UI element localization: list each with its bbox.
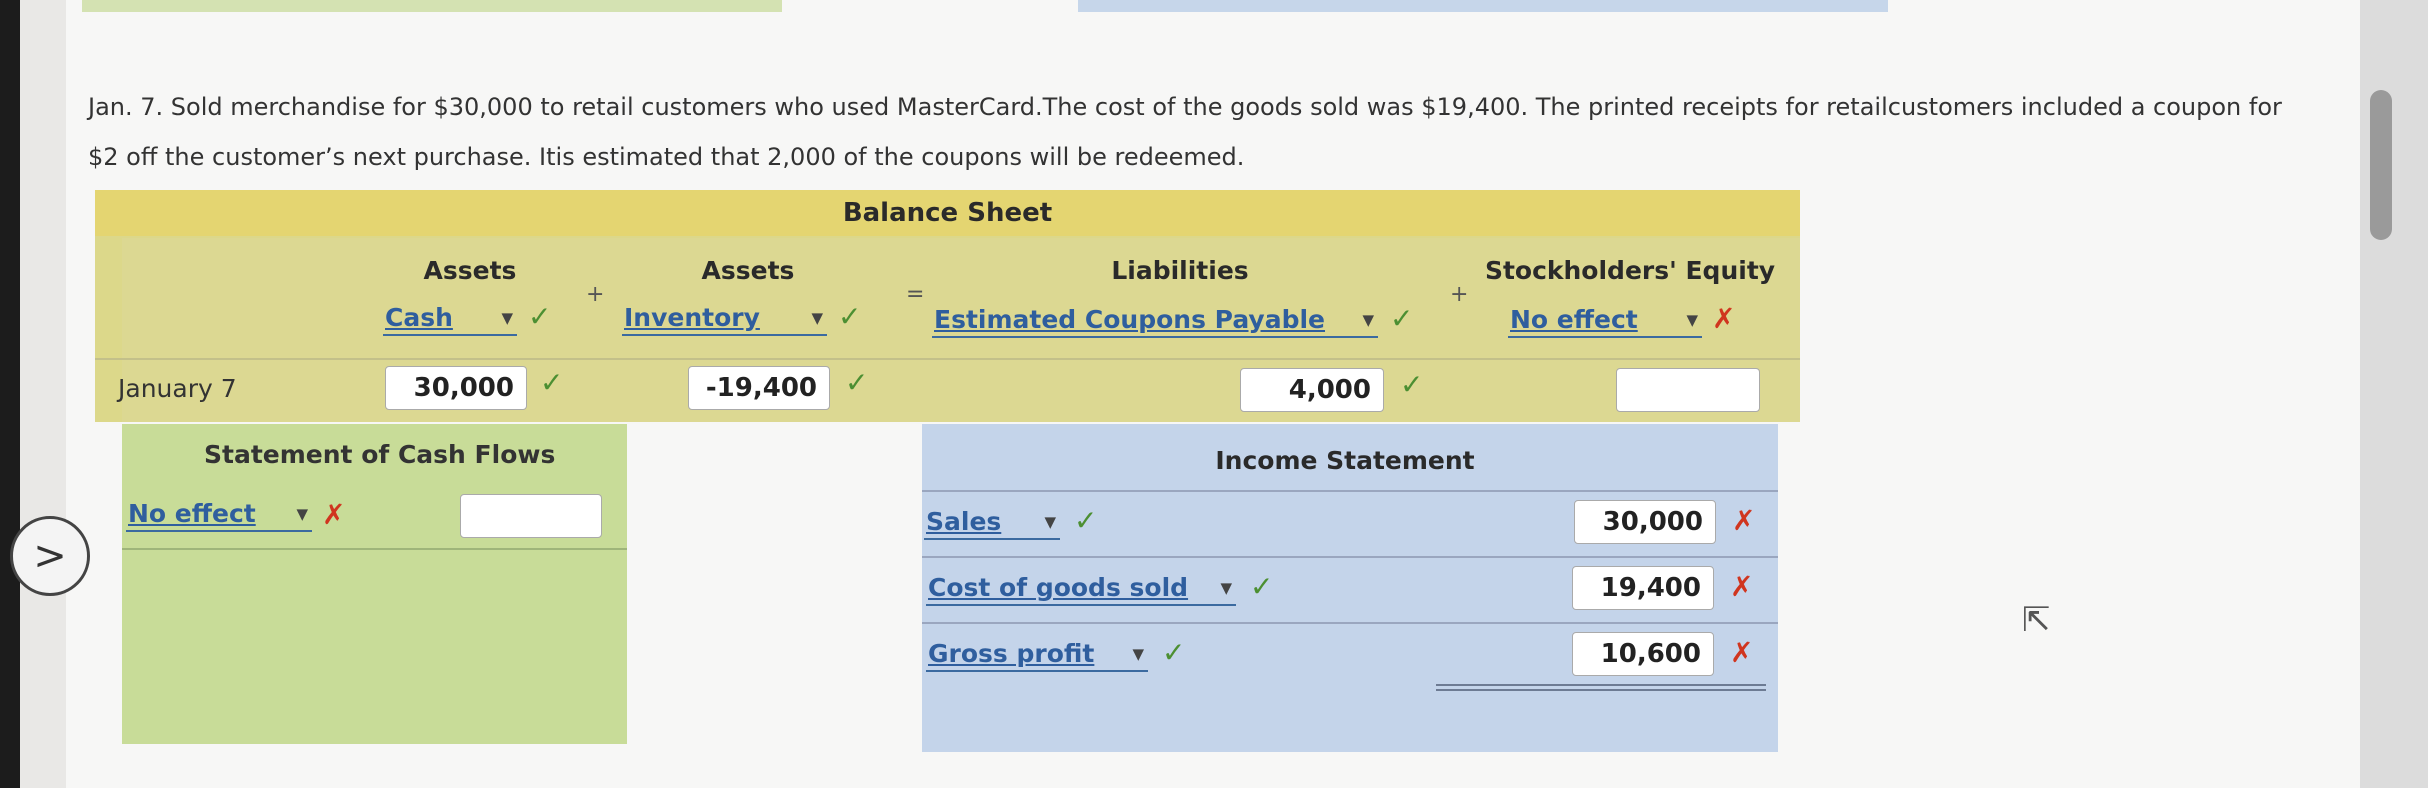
checkmark-icon: ✓ xyxy=(1250,570,1274,603)
account-select-equity[interactable]: No effect ▼ xyxy=(1508,304,1702,338)
income-select-gross-profit[interactable]: Gross profit ▼ xyxy=(926,638,1148,672)
account-select-label: Sales xyxy=(926,507,1002,536)
value-input-cash[interactable]: 30,000 xyxy=(385,366,527,410)
divider xyxy=(922,622,1778,624)
account-select-inventory[interactable]: Inventory ▼ xyxy=(622,302,827,336)
account-select-cash[interactable]: Cash ▼ xyxy=(383,302,517,336)
dropdown-arrow-icon: ▼ xyxy=(1686,311,1698,329)
account-select-label: Gross profit xyxy=(928,639,1095,668)
dropdown-arrow-icon: ▼ xyxy=(1362,311,1374,329)
cross-icon: ✗ xyxy=(1712,302,1736,335)
account-select-label: Inventory xyxy=(624,303,760,332)
divider xyxy=(922,490,1778,492)
account-select-label: Cash xyxy=(385,303,453,332)
cash-flows-select[interactable]: No effect ▼ xyxy=(126,498,312,532)
account-select-label: Estimated Coupons Payable xyxy=(934,305,1326,334)
value-input-inventory[interactable]: -19,400 xyxy=(688,366,830,410)
next-button[interactable]: > xyxy=(10,516,90,596)
divider xyxy=(922,556,1778,558)
dropdown-arrow-icon: ▼ xyxy=(811,309,823,327)
dropdown-arrow-icon: ▼ xyxy=(1132,645,1144,663)
cross-icon: ✗ xyxy=(1730,636,1754,669)
checkmark-icon: ✓ xyxy=(528,300,552,333)
dropdown-arrow-icon: ▼ xyxy=(1044,513,1056,531)
dropdown-arrow-icon: ▼ xyxy=(501,309,513,327)
cross-icon: ✗ xyxy=(322,498,346,531)
plus-operator: + xyxy=(586,282,605,307)
plus-operator-2: + xyxy=(1450,282,1469,307)
account-select-label: No effect xyxy=(128,499,256,528)
row-label-date: January 7 xyxy=(118,374,237,403)
income-select-cogs[interactable]: Cost of goods sold ▼ xyxy=(926,572,1236,606)
cash-flows-panel xyxy=(122,424,627,744)
checkmark-icon: ✓ xyxy=(838,300,862,333)
top-strip-blue xyxy=(1078,0,1888,12)
value-input-liability[interactable]: 4,000 xyxy=(1240,368,1384,412)
income-value-cogs[interactable]: 19,400 xyxy=(1572,566,1714,610)
cross-icon: ✗ xyxy=(1732,504,1756,537)
income-select-sales[interactable]: Sales ▼ xyxy=(924,506,1060,540)
question-text: Jan. 7. Sold merchandise for $30,000 to … xyxy=(88,82,2368,182)
checkmark-icon: ✓ xyxy=(1074,504,1098,537)
cash-flows-value-input[interactable] xyxy=(460,494,602,538)
income-value-gross-profit[interactable]: 10,600 xyxy=(1572,632,1714,676)
divider xyxy=(1436,689,1766,691)
checkmark-icon: ✓ xyxy=(1400,368,1424,401)
checkmark-icon: ✓ xyxy=(540,366,564,399)
question-line-1: Jan. 7. Sold merchandise for $30,000 to … xyxy=(88,93,2282,121)
mouse-cursor-icon: ⇱ xyxy=(2022,600,2051,640)
scrollbar-thumb[interactable] xyxy=(2370,90,2392,240)
dropdown-arrow-icon: ▼ xyxy=(296,505,308,523)
balance-sheet-divider xyxy=(95,358,1800,360)
income-value-sales[interactable]: 30,000 xyxy=(1574,500,1716,544)
col-head-assets-2: Assets xyxy=(701,256,795,285)
cross-icon: ✗ xyxy=(1730,570,1754,603)
chevron-right-icon: > xyxy=(33,533,67,579)
divider xyxy=(122,548,627,550)
cash-flows-title: Statement of Cash Flows xyxy=(204,440,556,469)
checkmark-icon: ✓ xyxy=(1390,302,1414,335)
col-head-liabilities: Liabilities xyxy=(1111,256,1249,285)
checkmark-icon: ✓ xyxy=(845,366,869,399)
col-head-equity: Stockholders' Equity xyxy=(1484,256,1776,285)
col-head-assets-1: Assets xyxy=(423,256,517,285)
account-select-liability[interactable]: Estimated Coupons Payable ▼ xyxy=(932,304,1378,338)
income-statement-title: Income Statement xyxy=(1215,446,1475,475)
balance-sheet-title: Balance Sheet xyxy=(95,190,1800,236)
account-select-label: No effect xyxy=(1510,305,1638,334)
dropdown-arrow-icon: ▼ xyxy=(1220,579,1232,597)
question-line-2: $2 off the customer’s next purchase. Iti… xyxy=(88,143,1245,171)
left-frame xyxy=(0,0,20,788)
equals-operator: = xyxy=(906,282,925,307)
divider xyxy=(1436,684,1766,686)
value-input-equity[interactable] xyxy=(1616,368,1760,412)
top-strip-green xyxy=(82,0,782,12)
account-select-label: Cost of goods sold xyxy=(928,573,1189,602)
checkmark-icon: ✓ xyxy=(1162,636,1186,669)
